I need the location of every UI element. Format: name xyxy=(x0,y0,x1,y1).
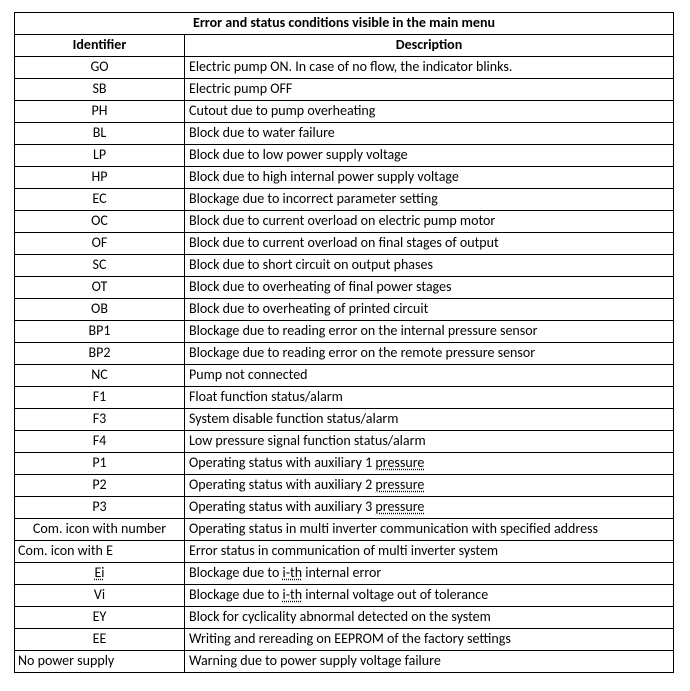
table-row: F3System disable function status/alarm xyxy=(15,409,674,431)
identifier-cell: F1 xyxy=(15,387,185,409)
description-cell: Low pressure signal function status/alar… xyxy=(185,431,674,453)
identifier-cell: EC xyxy=(15,189,185,211)
identifier-cell: EY xyxy=(15,607,185,629)
table-row: P1Operating status with auxiliary 1 pres… xyxy=(15,453,674,475)
identifier-cell: GO xyxy=(15,57,185,79)
description-cell: Blockage due to i-th internal voltage ou… xyxy=(185,585,674,607)
description-cell: Cutout due to pump overheating xyxy=(185,101,674,123)
underlined-term: i-th xyxy=(283,586,303,603)
status-table-body: GOElectric pump ON. In case of no flow, … xyxy=(15,57,674,673)
identifier-cell: No power supply xyxy=(15,651,185,673)
underlined-term: Ei xyxy=(94,564,104,581)
table-row: Com. icon with numberOperating status in… xyxy=(15,519,674,541)
description-cell: Block due to low power supply voltage xyxy=(185,145,674,167)
description-cell: Block due to overheating of final power … xyxy=(185,277,674,299)
identifier-cell: EE xyxy=(15,629,185,651)
description-cell: Block due to current overload on final s… xyxy=(185,233,674,255)
description-cell: Operating status in multi inverter commu… xyxy=(185,519,674,541)
identifier-cell: Com. icon with E xyxy=(15,541,185,563)
identifier-cell: P1 xyxy=(15,453,185,475)
table-row: PHCutout due to pump overheating xyxy=(15,101,674,123)
underlined-term: i-th xyxy=(283,564,303,581)
table-row: EEWriting and rereading on EEPROM of the… xyxy=(15,629,674,651)
description-cell: Blockage due to incorrect parameter sett… xyxy=(185,189,674,211)
identifier-cell: NC xyxy=(15,365,185,387)
identifier-cell: LP xyxy=(15,145,185,167)
identifier-cell: P3 xyxy=(15,497,185,519)
description-cell: Block for cyclicality abnormal detected … xyxy=(185,607,674,629)
identifier-cell: HP xyxy=(15,167,185,189)
identifier-cell: BP1 xyxy=(15,321,185,343)
identifier-cell: OC xyxy=(15,211,185,233)
description-cell: Writing and rereading on EEPROM of the f… xyxy=(185,629,674,651)
description-cell: Blockage due to reading error on the int… xyxy=(185,321,674,343)
underlined-term: pressure xyxy=(375,454,424,471)
description-cell: Operating status with auxiliary 3 pressu… xyxy=(185,497,674,519)
identifier-cell: P2 xyxy=(15,475,185,497)
identifier-cell: OF xyxy=(15,233,185,255)
table-row: GOElectric pump ON. In case of no flow, … xyxy=(15,57,674,79)
table-row: SBElectric pump OFF xyxy=(15,79,674,101)
table-row: Com. icon with EError status in communic… xyxy=(15,541,674,563)
identifier-cell: BL xyxy=(15,123,185,145)
identifier-cell: SB xyxy=(15,79,185,101)
description-cell: Block due to water failure xyxy=(185,123,674,145)
identifier-cell: Ei xyxy=(15,563,185,585)
table-row: BP1Blockage due to reading error on the … xyxy=(15,321,674,343)
description-cell: Electric pump ON. In case of no flow, th… xyxy=(185,57,674,79)
table-row: No power supplyWarning due to power supp… xyxy=(15,651,674,673)
description-cell: Block due to short circuit on output pha… xyxy=(185,255,674,277)
description-cell: Electric pump OFF xyxy=(185,79,674,101)
description-cell: System disable function status/alarm xyxy=(185,409,674,431)
identifier-cell: OB xyxy=(15,299,185,321)
table-row: OCBlock due to current overload on elect… xyxy=(15,211,674,233)
description-cell: Float function status/alarm xyxy=(185,387,674,409)
identifier-cell: Vi xyxy=(15,585,185,607)
table-row: ECBlockage due to incorrect parameter se… xyxy=(15,189,674,211)
table-row: ViBlockage due to i-th internal voltage … xyxy=(15,585,674,607)
identifier-cell: F4 xyxy=(15,431,185,453)
description-cell: Block due to current overload on electri… xyxy=(185,211,674,233)
description-cell: Blockage due to reading error on the rem… xyxy=(185,343,674,365)
col-header-identifier: Identifier xyxy=(15,35,185,57)
table-row: BLBlock due to water failure xyxy=(15,123,674,145)
table-row: SCBlock due to short circuit on output p… xyxy=(15,255,674,277)
table-row: P2Operating status with auxiliary 2 pres… xyxy=(15,475,674,497)
table-row: P3Operating status with auxiliary 3 pres… xyxy=(15,497,674,519)
description-cell: Block due to overheating of printed circ… xyxy=(185,299,674,321)
underlined-term: pressure xyxy=(375,498,424,515)
description-cell: Pump not connected xyxy=(185,365,674,387)
table-row: NCPump not connected xyxy=(15,365,674,387)
identifier-cell: PH xyxy=(15,101,185,123)
identifier-cell: OT xyxy=(15,277,185,299)
col-header-description: Description xyxy=(185,35,674,57)
description-cell: Error status in communication of multi i… xyxy=(185,541,674,563)
description-cell: Block due to high internal power supply … xyxy=(185,167,674,189)
table-row: OBBlock due to overheating of printed ci… xyxy=(15,299,674,321)
table-row: OFBlock due to current overload on final… xyxy=(15,233,674,255)
table-row: LPBlock due to low power supply voltage xyxy=(15,145,674,167)
table-row: OTBlock due to overheating of final powe… xyxy=(15,277,674,299)
identifier-cell: BP2 xyxy=(15,343,185,365)
identifier-cell: Com. icon with number xyxy=(15,519,185,541)
table-row: Ei Blockage due to i-th internal error xyxy=(15,563,674,585)
description-cell: Blockage due to i-th internal error xyxy=(185,563,674,585)
table-row: F1Float function status/alarm xyxy=(15,387,674,409)
identifier-cell: F3 xyxy=(15,409,185,431)
description-cell: Operating status with auxiliary 2 pressu… xyxy=(185,475,674,497)
table-row: EYBlock for cyclicality abnormal detecte… xyxy=(15,607,674,629)
table-row: HPBlock due to high internal power suppl… xyxy=(15,167,674,189)
table-row: F4Low pressure signal function status/al… xyxy=(15,431,674,453)
table-row: BP2Blockage due to reading error on the … xyxy=(15,343,674,365)
description-cell: Operating status with auxiliary 1 pressu… xyxy=(185,453,674,475)
identifier-cell: SC xyxy=(15,255,185,277)
description-cell: Warning due to power supply voltage fail… xyxy=(185,651,674,673)
table-title: Error and status conditions visible in t… xyxy=(15,13,674,35)
underlined-term: pressure xyxy=(375,476,424,493)
status-table: Error and status conditions visible in t… xyxy=(14,12,674,673)
